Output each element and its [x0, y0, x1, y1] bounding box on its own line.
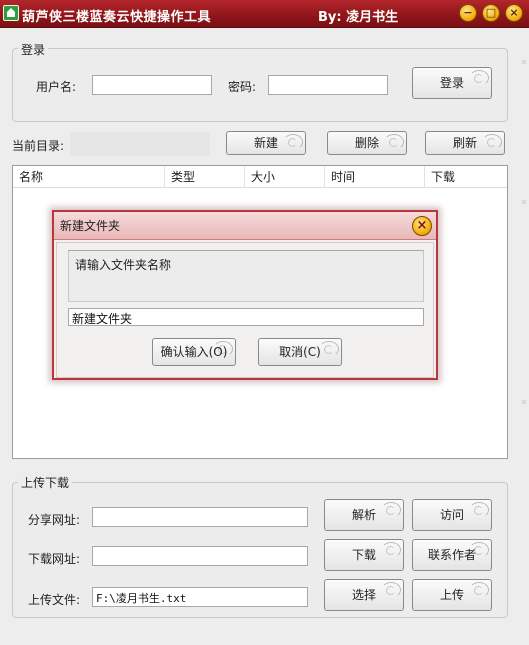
select-file-button-label: 选择 — [351, 588, 376, 602]
cancel-button-label: 取消(C) — [279, 345, 321, 359]
visit-button[interactable]: 访问 — [412, 499, 492, 531]
close-icon[interactable]: × — [505, 4, 523, 22]
new-folder-button[interactable]: 新建 — [226, 131, 306, 155]
column-header-type[interactable]: 类型 — [165, 166, 245, 188]
upload-button[interactable]: 上传 — [412, 579, 492, 611]
upload-file-input[interactable]: F:\凌月书生.txt — [92, 587, 308, 607]
dialog-title[interactable]: 新建文件夹 — [54, 212, 436, 240]
download-url-label: 下载网址: — [28, 552, 81, 566]
confirm-input-label: 确认输入(O) — [160, 345, 228, 359]
dialog-close-icon[interactable]: × — [412, 216, 432, 236]
delete-button[interactable]: 删除 — [327, 131, 407, 155]
parse-button[interactable]: 解析 — [324, 499, 404, 531]
app-window: 葫芦侠三楼蓝奏云快捷操作工具 By: 凌月书生 − □ × 登录 用户名: 密码… — [0, 0, 529, 645]
share-url-input[interactable] — [92, 507, 308, 527]
new-folder-button-label: 新建 — [253, 136, 278, 150]
username-input[interactable] — [92, 75, 212, 95]
cancel-button[interactable]: 取消(C) — [258, 338, 342, 366]
delete-button-label: 删除 — [354, 136, 379, 150]
author-label: By: 凌月书生 — [318, 10, 399, 25]
refresh-button[interactable]: 刷新 — [425, 131, 505, 155]
visit-button-label: 访问 — [439, 508, 464, 522]
column-header-name[interactable]: 名称 — [13, 166, 165, 188]
column-header-size[interactable]: 大小 — [245, 166, 325, 188]
current-dir-value — [70, 132, 210, 156]
edge-dot — [522, 200, 526, 204]
download-url-input[interactable] — [92, 546, 308, 566]
password-label: 密码: — [228, 80, 257, 94]
title-bar[interactable]: 葫芦侠三楼蓝奏云快捷操作工具 By: 凌月书生 − □ × — [0, 0, 529, 28]
contact-author-button[interactable]: 联系作者 — [412, 539, 492, 571]
login-legend: 登录 — [18, 41, 49, 58]
maximize-icon[interactable]: □ — [482, 4, 500, 22]
folder-name-input[interactable]: 新建文件夹 — [68, 308, 424, 326]
parse-button-label: 解析 — [351, 508, 376, 522]
column-header-download[interactable]: 下载 — [425, 166, 507, 188]
password-input[interactable] — [268, 75, 388, 95]
upload-button-label: 上传 — [439, 588, 464, 602]
minimize-icon[interactable]: − — [459, 4, 477, 22]
contact-author-button-label: 联系作者 — [427, 548, 476, 562]
edge-dot — [522, 400, 526, 404]
edge-dot — [522, 60, 526, 64]
username-label: 用户名: — [36, 80, 77, 94]
download-button-label: 下载 — [351, 548, 376, 562]
login-button-label: 登录 — [439, 76, 464, 90]
new-folder-dialog: 新建文件夹 × 请输入文件夹名称 新建文件夹 确认输入(O) 取消(C) — [52, 210, 438, 380]
column-header-time[interactable]: 时间 — [325, 166, 425, 188]
refresh-button-label: 刷新 — [452, 136, 477, 150]
download-button[interactable]: 下载 — [324, 539, 404, 571]
window-title: 葫芦侠三楼蓝奏云快捷操作工具 — [22, 10, 212, 25]
file-list-header: 名称 类型 大小 时间 下载 — [13, 166, 507, 188]
app-icon — [3, 5, 19, 21]
upload-file-label: 上传文件: — [28, 593, 81, 607]
select-file-button[interactable]: 选择 — [324, 579, 404, 611]
transfer-legend: 上传下载 — [18, 474, 73, 491]
login-button[interactable]: 登录 — [412, 67, 492, 99]
share-url-label: 分享网址: — [28, 513, 81, 527]
confirm-input-button[interactable]: 确认输入(O) — [152, 338, 236, 366]
current-dir-label: 当前目录: — [12, 139, 65, 153]
dialog-prompt: 请输入文件夹名称 — [68, 250, 424, 302]
